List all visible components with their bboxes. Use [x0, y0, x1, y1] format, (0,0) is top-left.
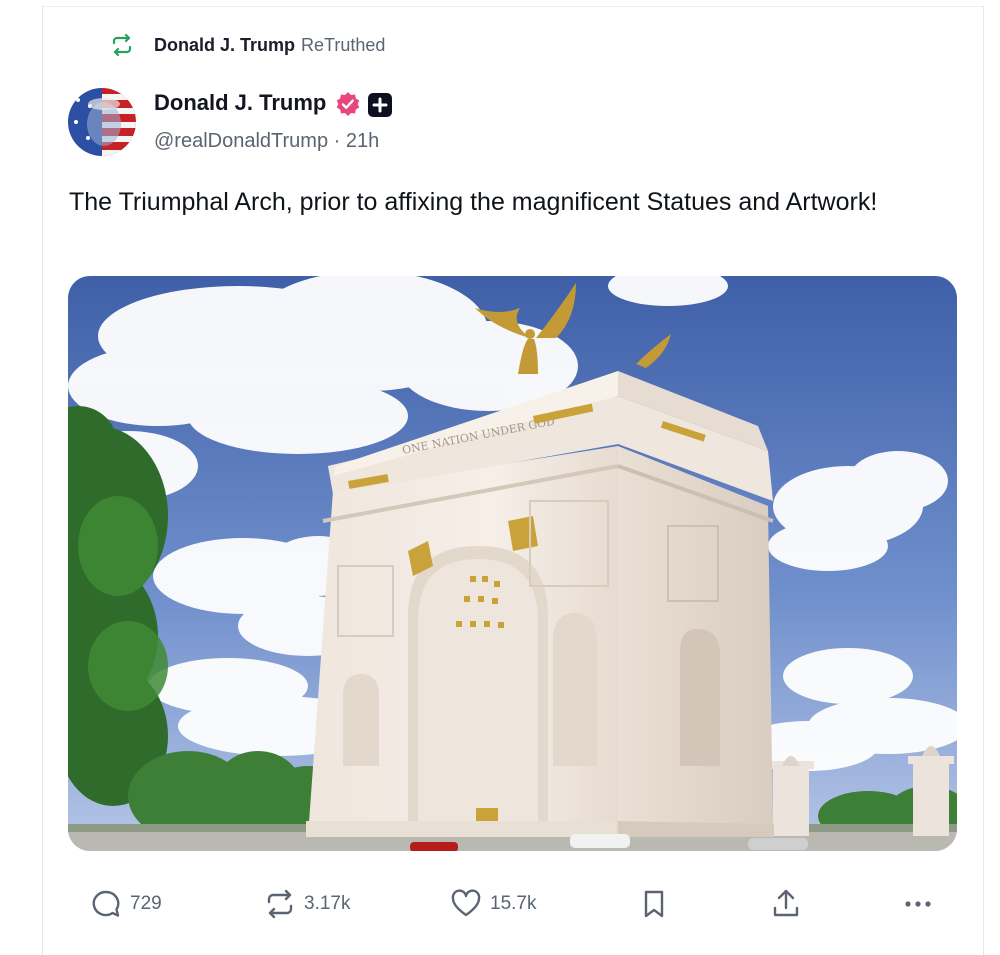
retruth-label: ReTruthed: [301, 34, 386, 55]
retruth-author[interactable]: Donald J. Trump: [154, 35, 295, 56]
retruth-count: 3.17k: [304, 893, 351, 914]
post-image[interactable]: ONE NATION UNDER GOD: [68, 276, 957, 851]
bookmark-icon: [644, 890, 664, 918]
retruth-header: Donald J. Trump ReTruthed: [110, 32, 385, 58]
truth-plus-badge-icon: [368, 93, 392, 117]
post-text: The Triumphal Arch, prior to affixing th…: [69, 188, 878, 216]
author-handle[interactable]: @realDonaldTrump: [154, 130, 328, 152]
like-count: 15.7k: [490, 893, 537, 914]
retruth-action-icon: [267, 889, 293, 919]
post-time[interactable]: 21h: [346, 130, 379, 152]
more-icon: [905, 901, 931, 907]
like-button[interactable]: 15.7k: [450, 880, 536, 928]
bookmark-button[interactable]: [638, 880, 670, 928]
reply-button[interactable]: 729: [90, 880, 162, 928]
reply-icon: [92, 890, 120, 917]
author-name[interactable]: Donald J. Trump: [154, 90, 326, 116]
reply-count: 729: [130, 893, 162, 914]
meta-separator: ·: [333, 130, 341, 152]
more-options-button[interactable]: [902, 880, 934, 928]
retruth-icon: [110, 33, 134, 57]
author-meta: @realDonaldTrump · 21h: [154, 130, 379, 153]
verified-badge-icon: [335, 91, 361, 117]
heart-icon: [451, 889, 481, 917]
retruth-button[interactable]: 3.17k: [264, 880, 350, 928]
avatar[interactable]: [68, 88, 136, 156]
action-bar: 729 3.17k 15.7k: [0, 880, 1000, 928]
share-button[interactable]: [770, 880, 802, 928]
share-icon: [773, 889, 799, 917]
